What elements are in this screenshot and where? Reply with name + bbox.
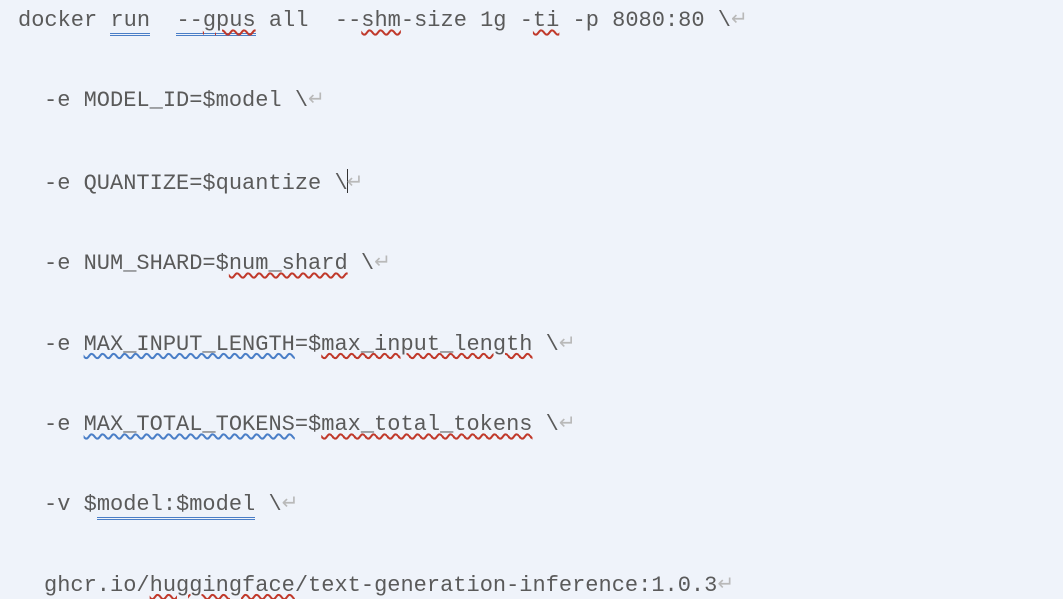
text: -e — [44, 412, 84, 437]
code-line-7: -v $model:$model \↵ — [18, 492, 1045, 518]
spell-underline-shm: shm — [361, 8, 401, 33]
text — [150, 8, 176, 33]
grammar-underline-max-total-tokens: MAX_TOTAL_TOKENS — [84, 412, 295, 437]
text: ghcr.io/ — [44, 573, 150, 598]
newline-icon: ↵ — [717, 574, 734, 597]
spell-underline-max-total-tokens: max_total_tokens — [321, 412, 532, 437]
spell-underline-max-input-length: max_input_length — [321, 332, 532, 357]
grammar-underline-run: run — [110, 8, 150, 36]
grammar-underline-model: model:$model — [97, 492, 255, 520]
newline-icon: ↵ — [347, 172, 364, 195]
spell-underline-num-shard: num_shard — [229, 251, 348, 276]
text: -p 8080:80 \ — [559, 8, 731, 33]
text: -size 1g - — [401, 8, 533, 33]
code-block[interactable]: docker run --gpus all --shm-size 1g -ti … — [18, 8, 1045, 599]
code-line-8: ghcr.io/huggingface/text-generation-infe… — [18, 573, 1045, 599]
text: /text-generation-inference:1.0.3 — [295, 573, 717, 598]
text: -e — [44, 332, 84, 357]
grammar-underline-dashes: -- — [176, 8, 202, 36]
text: all -- — [256, 8, 362, 33]
text: docker — [18, 8, 110, 33]
code-line-3: -e QUANTIZE=$quantize \↵ — [18, 169, 1045, 197]
spell-underline-huggingface: huggingface — [150, 573, 295, 598]
text: =$ — [295, 332, 321, 357]
text: \ — [255, 492, 281, 517]
text: \ — [532, 332, 558, 357]
newline-icon: ↵ — [308, 89, 325, 112]
grammar-underline-max-input-length: MAX_INPUT_LENGTH — [84, 332, 295, 357]
text: -v $ — [44, 492, 97, 517]
newline-icon: ↵ — [559, 333, 576, 356]
code-line-5: -e MAX_INPUT_LENGTH=$max_input_length \↵ — [18, 332, 1045, 358]
code-line-4: -e NUM_SHARD=$num_shard \↵ — [18, 251, 1045, 277]
text: -e MODEL_ID=$model \ — [44, 88, 308, 113]
code-line-6: -e MAX_TOTAL_TOKENS=$max_total_tokens \↵ — [18, 412, 1045, 438]
newline-icon: ↵ — [282, 493, 299, 516]
newline-icon: ↵ — [374, 252, 391, 275]
newline-icon: ↵ — [559, 413, 576, 436]
text: -e QUANTIZE=$quantize \ — [44, 171, 348, 196]
code-line-2: -e MODEL_ID=$model \↵ — [18, 88, 1045, 114]
spell-underline-gpus: gpus — [203, 8, 256, 36]
spell-underline-ti: ti — [533, 8, 559, 33]
newline-icon: ↵ — [731, 9, 748, 32]
text: =$ — [295, 412, 321, 437]
text: \ — [348, 251, 374, 276]
text: -e NUM_SHARD=$ — [44, 251, 229, 276]
text: \ — [532, 412, 558, 437]
code-line-1: docker run --gpus all --shm-size 1g -ti … — [18, 8, 1045, 34]
